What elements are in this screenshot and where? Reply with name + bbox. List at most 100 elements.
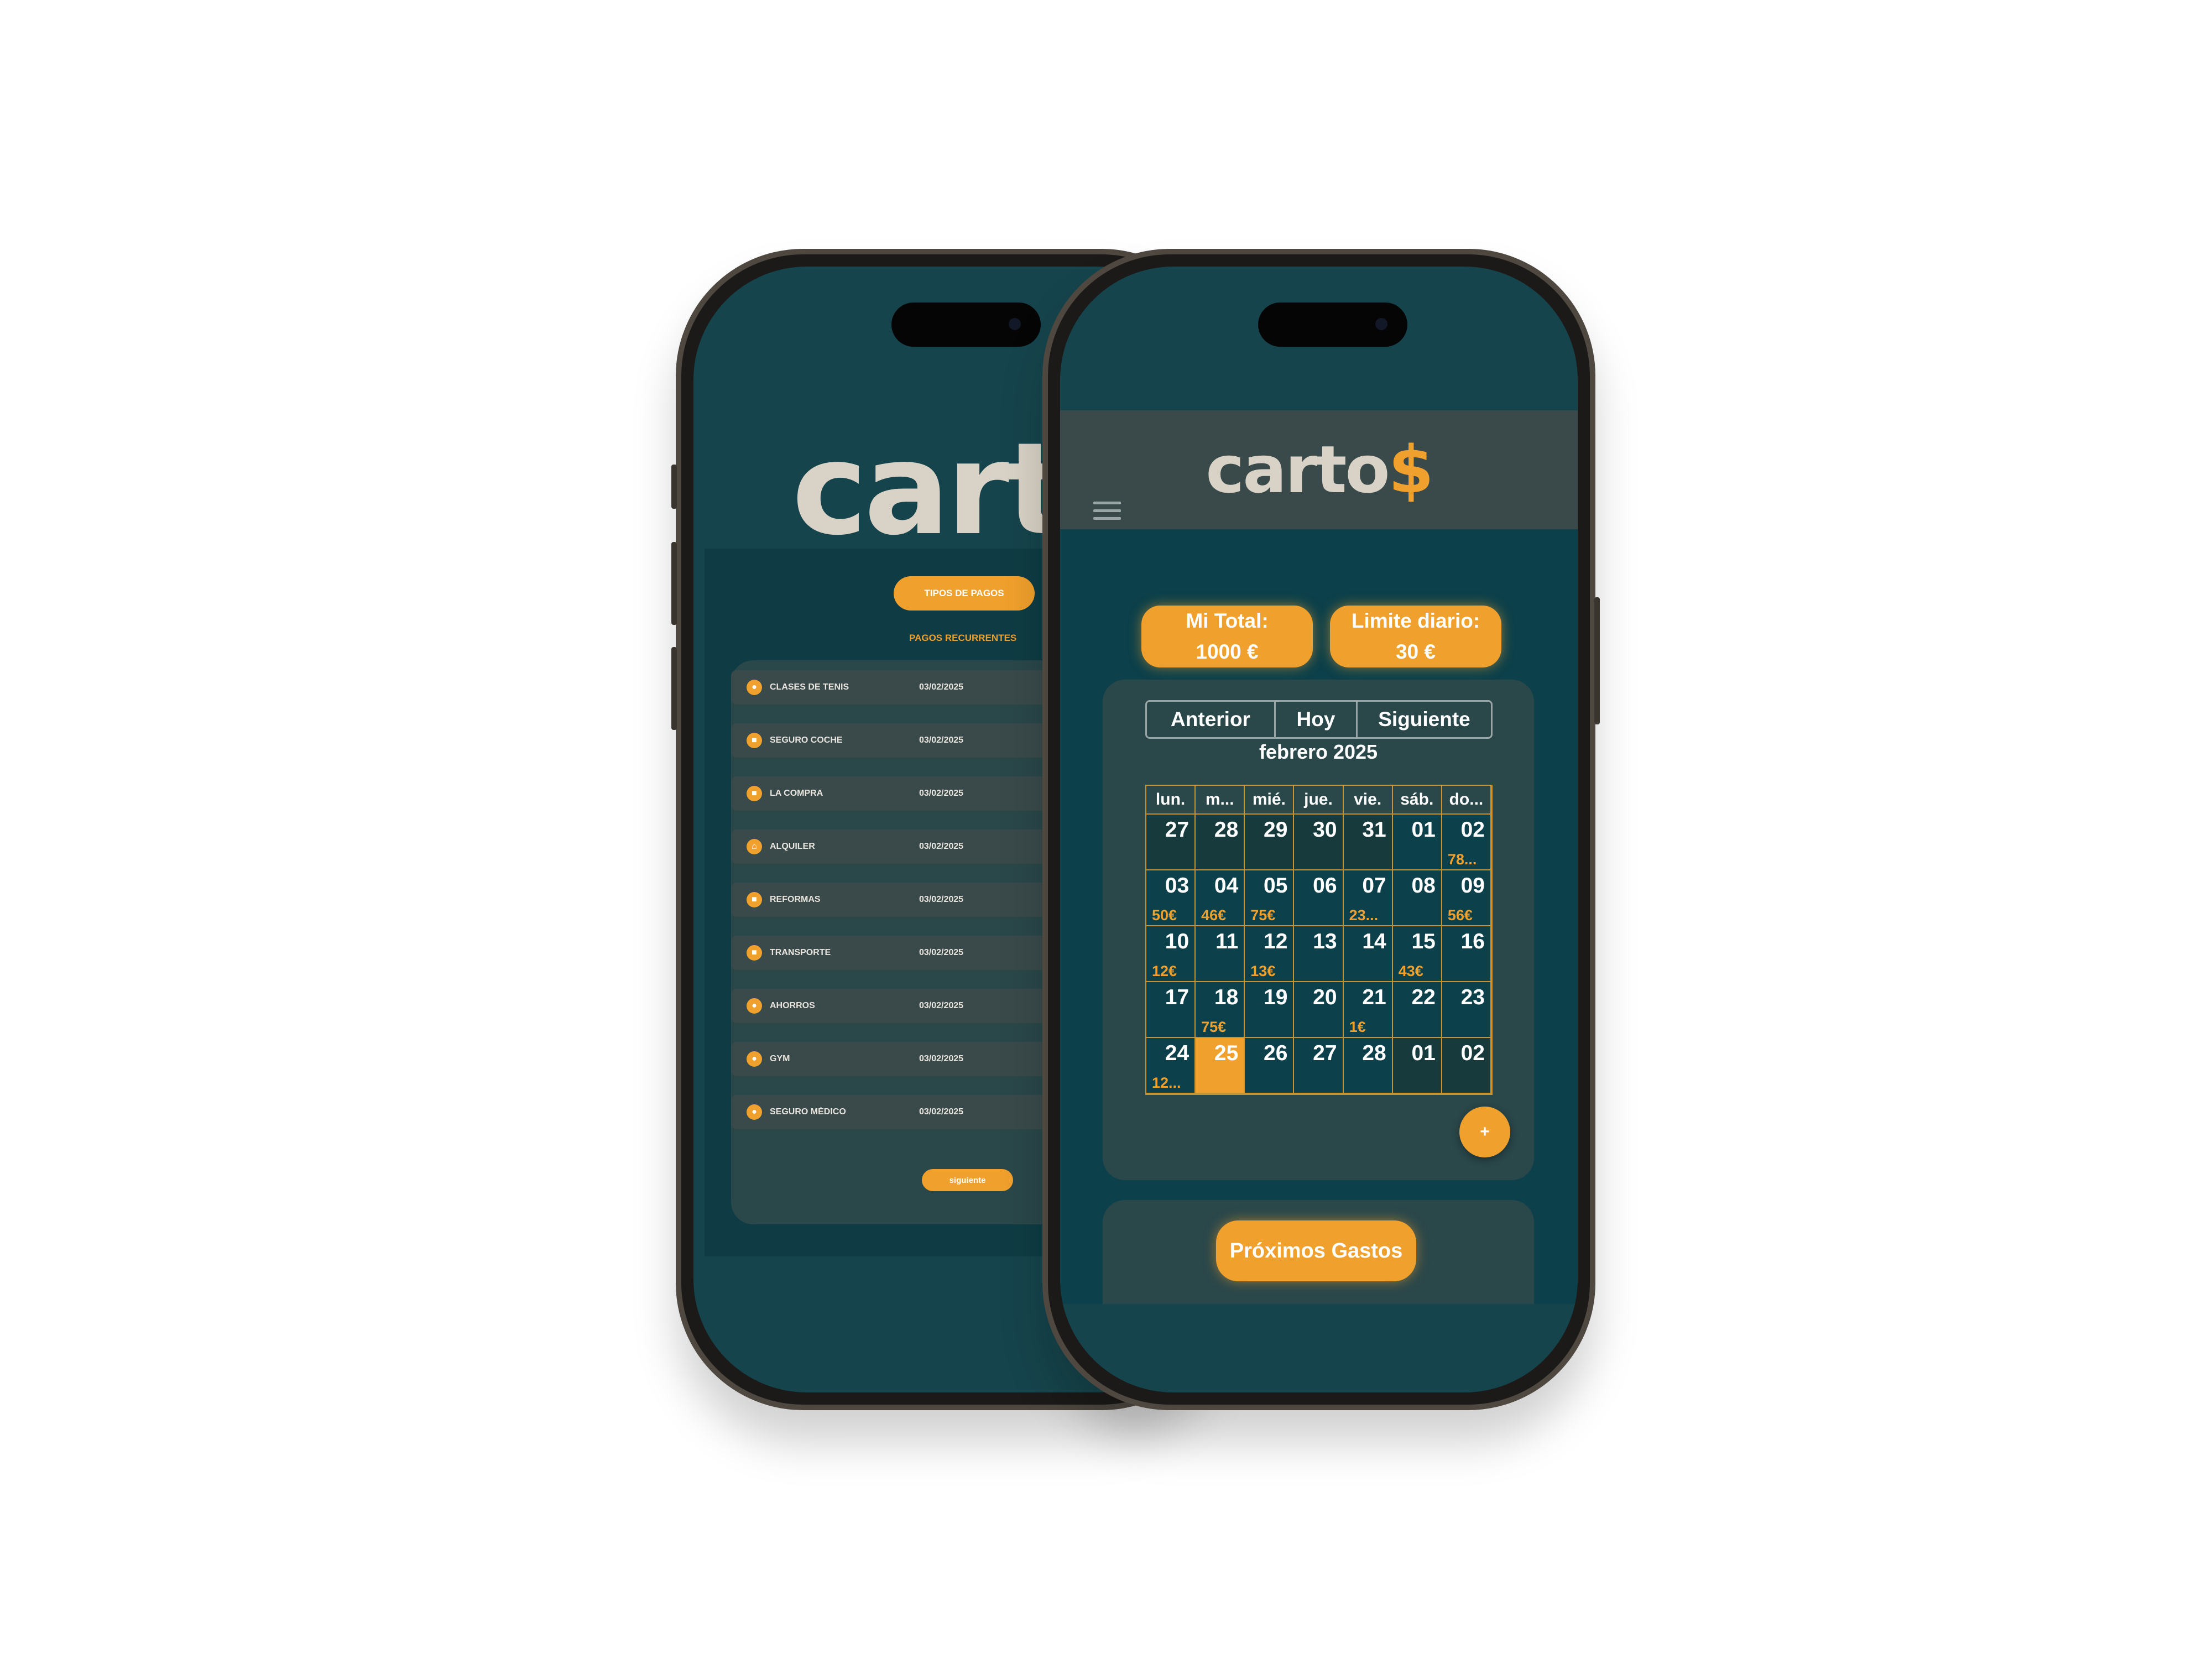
calendar-day[interactable]: 07 23... xyxy=(1343,870,1393,926)
list-item-name: SEGURO MÉDICO xyxy=(770,1107,846,1117)
list-item-name: CLASES DE TENIS xyxy=(770,682,849,692)
day-number: 11 xyxy=(1215,930,1239,953)
day-number: 07 xyxy=(1362,874,1386,898)
calendar-day[interactable]: 21 1€ xyxy=(1343,982,1393,1038)
list-item[interactable]: ⌂ ALQUILER 03/02/2025 xyxy=(731,830,1085,864)
total-balance-button[interactable]: Mi Total: 1000 € xyxy=(1141,606,1313,667)
calendar-day-today[interactable]: 25 xyxy=(1196,1038,1245,1094)
day-number: 18 xyxy=(1214,985,1239,1009)
list-item-date: 03/02/2025 xyxy=(919,842,964,851)
calendar-nav: Anterior Hoy Siguiente xyxy=(1145,700,1493,739)
weekday-header: mié. xyxy=(1245,786,1295,815)
calendar-day[interactable]: 05 75€ xyxy=(1245,870,1295,926)
calendar-day[interactable]: 06 xyxy=(1294,870,1344,926)
piggy-bank-icon: ● xyxy=(747,998,762,1014)
day-number: 27 xyxy=(1313,1041,1337,1065)
today-button[interactable]: Hoy xyxy=(1276,702,1358,737)
day-number: 09 xyxy=(1460,874,1485,898)
daily-limit-button[interactable]: Limite diario: 30 € xyxy=(1330,606,1501,667)
calendar-day[interactable]: 02 78... xyxy=(1442,815,1491,870)
list-item-name: TRANSPORTE xyxy=(770,948,831,957)
day-number: 16 xyxy=(1460,930,1485,953)
add-expense-button[interactable]: + xyxy=(1459,1107,1510,1157)
app-logo: carto$ xyxy=(1206,431,1433,508)
day-expense-amount: 56€ xyxy=(1447,907,1473,924)
list-item[interactable]: ■ TRANSPORTE 03/02/2025 xyxy=(731,936,1085,970)
bus-icon: ■ xyxy=(747,945,762,961)
calendar-day[interactable]: 02 xyxy=(1442,1038,1491,1094)
calendar-day[interactable]: 11 xyxy=(1196,926,1245,982)
list-item-date: 03/02/2025 xyxy=(919,735,964,745)
calendar-day[interactable]: 08 xyxy=(1392,870,1442,926)
next-month-button[interactable]: Siguiente xyxy=(1358,702,1491,737)
list-item[interactable]: ● SEGURO MÉDICO 03/02/2025 xyxy=(731,1095,1085,1129)
bottom-bar xyxy=(1060,1304,1578,1392)
calendar-day[interactable]: 16 xyxy=(1442,926,1491,982)
calendar-day[interactable]: 27 xyxy=(1294,1038,1344,1094)
calendar-day[interactable]: 17 xyxy=(1146,982,1196,1038)
list-item-date: 03/02/2025 xyxy=(919,682,964,692)
calendar-day[interactable]: 27 xyxy=(1146,815,1196,870)
list-item-name: LA COMPRA xyxy=(770,789,823,798)
calendar-day[interactable]: 14 xyxy=(1343,926,1393,982)
list-item[interactable]: ● GYM 03/02/2025 xyxy=(731,1042,1085,1076)
weekday-header: lun. xyxy=(1146,786,1196,815)
day-expense-amount: 23... xyxy=(1349,907,1379,924)
calendar-day[interactable]: 31 xyxy=(1343,815,1393,870)
calendar-day[interactable]: 18 75€ xyxy=(1196,982,1245,1038)
list-item-name: ALQUILER xyxy=(770,842,815,851)
calendar-day[interactable]: 26 xyxy=(1245,1038,1295,1094)
list-item[interactable]: ■ REFORMAS 03/02/2025 xyxy=(731,883,1085,917)
list-item-date: 03/02/2025 xyxy=(919,895,964,904)
day-expense-amount: 75€ xyxy=(1250,907,1276,924)
hamburger-menu-icon[interactable] xyxy=(1093,502,1121,525)
calendar-day[interactable]: 30 xyxy=(1294,815,1344,870)
calendar-day[interactable]: 13 xyxy=(1294,926,1344,982)
day-number: 27 xyxy=(1165,818,1190,842)
calendar-day[interactable]: 10 12€ xyxy=(1146,926,1196,982)
day-number: 19 xyxy=(1264,985,1288,1009)
calendar-day[interactable]: 28 xyxy=(1343,1038,1393,1094)
calendar-day[interactable]: 29 xyxy=(1245,815,1295,870)
calendar-day[interactable]: 03 50€ xyxy=(1146,870,1196,926)
calendar-day[interactable]: 23 xyxy=(1442,982,1491,1038)
day-expense-amount: 43€ xyxy=(1398,963,1423,979)
day-number: 06 xyxy=(1313,874,1337,898)
day-number: 12 xyxy=(1264,930,1288,953)
list-item[interactable]: ■ LA COMPRA 03/02/2025 xyxy=(731,776,1085,811)
list-item[interactable]: ● AHORROS 03/02/2025 xyxy=(731,989,1085,1023)
day-number: 30 xyxy=(1313,818,1337,842)
payment-types-button[interactable]: TIPOS DE PAGOS xyxy=(894,576,1035,611)
calendar-day[interactable]: 01 xyxy=(1392,1038,1442,1094)
calendar-day[interactable]: 12 13€ xyxy=(1245,926,1295,982)
day-number: 01 xyxy=(1411,818,1436,842)
day-number: 21 xyxy=(1362,985,1386,1009)
calendar-day[interactable]: 28 xyxy=(1196,815,1245,870)
calendar-day[interactable]: 15 43€ xyxy=(1392,926,1442,982)
calendar-day[interactable]: 22 xyxy=(1392,982,1442,1038)
day-number: 04 xyxy=(1214,874,1239,898)
home-icon: ⌂ xyxy=(747,839,762,854)
day-number: 14 xyxy=(1362,930,1386,953)
calendar-day[interactable]: 19 xyxy=(1245,982,1295,1038)
list-item[interactable]: ■ SEGURO COCHE 03/02/2025 xyxy=(731,723,1085,758)
day-expense-amount: 1€ xyxy=(1349,1019,1366,1035)
dashboard: Mi Total: 1000 € Limite diario: 30 € Ant… xyxy=(1060,529,1578,1360)
list-item-name: AHORROS xyxy=(770,1001,815,1010)
upcoming-expenses-button[interactable]: Próximos Gastos xyxy=(1216,1220,1416,1281)
calendar-day[interactable]: 01 xyxy=(1392,815,1442,870)
calendar-day[interactable]: 09 56€ xyxy=(1442,870,1491,926)
list-item[interactable]: ● CLASES DE TENIS 03/02/2025 xyxy=(731,670,1085,705)
calendar-card: Anterior Hoy Siguiente febrero 2025 lun.… xyxy=(1103,680,1534,1180)
list-item-date: 03/02/2025 xyxy=(919,948,964,957)
calendar-day[interactable]: 24 12... xyxy=(1146,1038,1196,1094)
day-number: 13 xyxy=(1313,930,1337,953)
limit-label: Limite diario: xyxy=(1351,609,1480,632)
day-number: 31 xyxy=(1362,818,1386,842)
calendar-day[interactable]: 20 xyxy=(1294,982,1344,1038)
next-page-button[interactable]: siguiente xyxy=(922,1169,1013,1191)
day-number: 26 xyxy=(1264,1041,1288,1065)
day-number: 28 xyxy=(1362,1041,1386,1065)
calendar-day[interactable]: 04 46€ xyxy=(1196,870,1245,926)
previous-month-button[interactable]: Anterior xyxy=(1147,702,1276,737)
